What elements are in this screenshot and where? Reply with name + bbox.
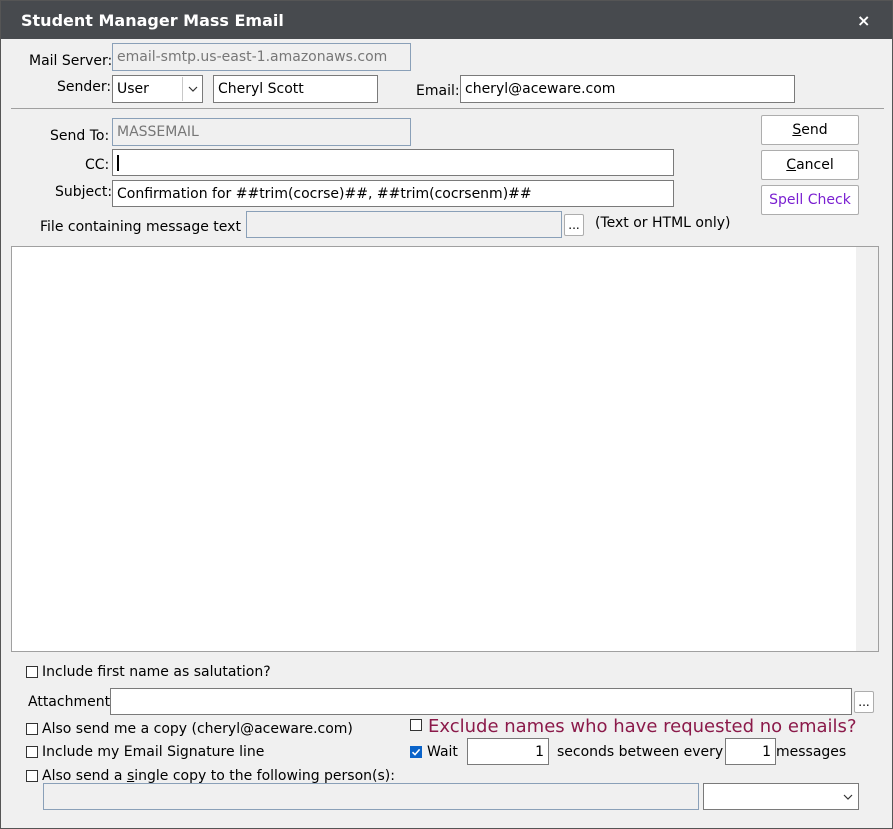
single-copy-label-prefix: Also send a xyxy=(42,768,127,784)
subject-field[interactable]: Confirmation for ##trim(cocrse)##, ##tri… xyxy=(112,180,674,207)
salutation-checkbox[interactable] xyxy=(26,666,38,678)
sender-label: Sender: xyxy=(57,79,112,95)
send-label-rest: end xyxy=(801,122,828,138)
single-copy-checkbox[interactable] xyxy=(26,770,38,782)
window-title: Student Manager Mass Email xyxy=(21,11,284,30)
mass-email-window: Student Manager Mass Email × Mail Server… xyxy=(0,0,893,829)
chevron-down-icon[interactable] xyxy=(182,77,202,101)
single-copy-label: Also send a single copy to the following… xyxy=(42,768,395,784)
wait-seconds-field[interactable]: 1 xyxy=(467,738,549,765)
copy-me-checkbox[interactable] xyxy=(26,723,38,735)
sender-type-value: User xyxy=(117,81,149,97)
wait-checkbox[interactable] xyxy=(410,746,422,758)
attachment-browse-button[interactable]: ... xyxy=(854,691,874,713)
cancel-label-accel: C xyxy=(786,157,797,173)
checkmark-icon xyxy=(411,748,421,756)
exclude-label: Exclude names who have requested no emai… xyxy=(428,716,857,737)
signature-checkbox[interactable] xyxy=(26,746,38,758)
cc-label: CC: xyxy=(85,157,110,173)
cancel-button[interactable]: Cancel xyxy=(761,150,859,180)
divider xyxy=(11,108,884,109)
close-icon[interactable]: × xyxy=(857,1,870,41)
exclude-checkbox[interactable] xyxy=(410,719,422,731)
single-copy-dropdown[interactable] xyxy=(703,783,859,810)
cc-field[interactable] xyxy=(112,149,674,176)
mail-server-label: Mail Server: xyxy=(29,53,113,69)
message-scrollbar[interactable] xyxy=(856,247,878,651)
between-label: seconds between every xyxy=(557,744,724,760)
wait-label: Wait xyxy=(427,744,458,760)
send-label-accel: S xyxy=(792,122,802,138)
file-type-hint: (Text or HTML only) xyxy=(595,215,731,231)
send-to-label: Send To: xyxy=(50,128,110,144)
chevron-down-icon[interactable] xyxy=(838,784,858,809)
file-message-label: File containing message text xyxy=(40,219,241,235)
spell-check-button[interactable]: Spell Check xyxy=(761,185,859,215)
text-cursor xyxy=(117,154,119,171)
copy-me-label: Also send me a copy (cheryl@aceware.com) xyxy=(42,721,353,737)
file-browse-button[interactable]: ... xyxy=(564,214,584,236)
signature-label: Include my Email Signature line xyxy=(42,744,265,760)
email-label: Email: xyxy=(416,83,460,99)
subject-label: Subject: xyxy=(55,184,113,200)
cancel-label-rest: ancel xyxy=(796,157,834,173)
email-field[interactable]: cheryl@aceware.com xyxy=(460,75,795,103)
single-copy-label-rest: ingle copy to the following person(s): xyxy=(134,768,395,784)
mail-server-field[interactable]: email-smtp.us-east-1.amazonaws.com xyxy=(112,43,411,71)
send-to-field[interactable]: MASSEMAIL xyxy=(112,118,411,146)
sender-type-dropdown[interactable]: User xyxy=(112,75,203,103)
send-button[interactable]: Send xyxy=(761,115,859,145)
title-bar: Student Manager Mass Email × xyxy=(1,1,892,39)
file-message-field[interactable] xyxy=(246,211,562,238)
sender-name-field[interactable]: Cheryl Scott xyxy=(213,75,378,103)
salutation-label: Include first name as salutation? xyxy=(42,664,271,680)
messages-label: messages xyxy=(776,744,847,760)
wait-messages-field[interactable]: 1 xyxy=(725,738,776,765)
attachment-field[interactable] xyxy=(110,688,852,715)
message-body-editor[interactable] xyxy=(11,246,879,652)
attachment-label: Attachment: xyxy=(28,694,115,710)
single-copy-recipients-field[interactable] xyxy=(43,783,699,810)
